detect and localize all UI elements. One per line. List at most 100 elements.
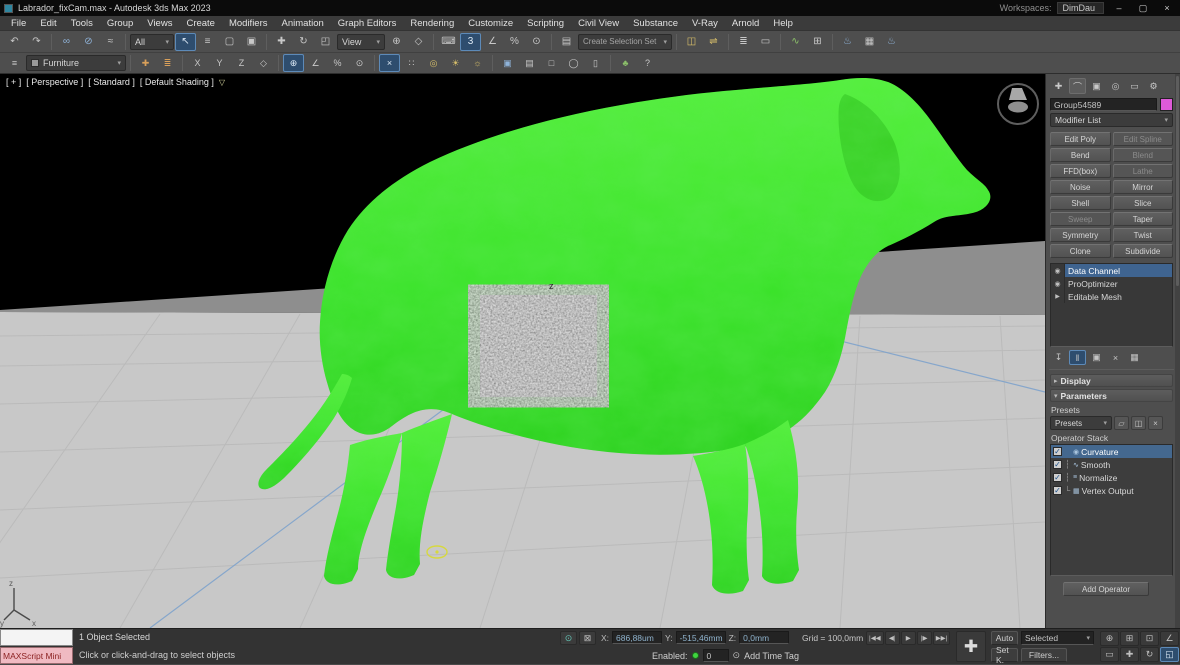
add-operator-button[interactable]: Add Operator xyxy=(1063,582,1149,596)
tab-display-icon[interactable]: ▭ xyxy=(1126,78,1143,94)
set-key-button[interactable]: Set K. xyxy=(991,645,1018,665)
operator-checkbox[interactable]: ✓ xyxy=(1053,447,1062,456)
go-to-start-button[interactable]: |◀◀ xyxy=(866,631,884,645)
reference-coordinate-combo[interactable]: View ▾ xyxy=(337,33,385,50)
modifier-btn-shell[interactable]: Shell xyxy=(1050,196,1111,210)
expand-arrow-icon[interactable]: ▶ xyxy=(1051,290,1065,303)
modifier-btn-blend[interactable]: Blend xyxy=(1112,148,1173,162)
operator-checkbox[interactable]: ✓ xyxy=(1053,473,1062,482)
operator-checkbox[interactable]: ✓ xyxy=(1053,486,1062,495)
select-by-name-icon[interactable]: ≡ xyxy=(197,33,218,51)
operator-vertex-output[interactable]: ✓ └ ▦ Vertex Output xyxy=(1051,484,1172,497)
set-keys-button[interactable]: ✚ xyxy=(956,631,986,662)
maxscript-mini-listener[interactable]: MAXScript Mini xyxy=(0,647,73,664)
tab-modify-icon[interactable]: ⌒ xyxy=(1069,78,1086,94)
restrict-z-icon[interactable]: Z xyxy=(231,54,252,72)
object-color-swatch[interactable] xyxy=(1160,98,1173,111)
manage-layers-icon[interactable]: ≣ xyxy=(157,54,178,72)
remove-modifier-icon[interactable]: × xyxy=(1107,350,1124,365)
torus-icon[interactable]: ◯ xyxy=(563,54,584,72)
keyboard-override-icon[interactable]: ⌨ xyxy=(438,33,459,51)
cylinder-icon[interactable]: ▯ xyxy=(585,54,606,72)
operator-smooth[interactable]: ✓ ┆ ∿ Smooth xyxy=(1051,458,1172,471)
modifier-btn-edit-spline[interactable]: Edit Spline xyxy=(1112,132,1173,146)
tab-motion-icon[interactable]: ◎ xyxy=(1107,78,1124,94)
spinner-snap-2-icon[interactable]: ⊙ xyxy=(349,54,370,72)
rendered-frame-window-icon[interactable]: ▦ xyxy=(859,33,880,51)
layer-manager-icon[interactable]: ≣ xyxy=(733,33,754,51)
orbit-icon[interactable]: ↻ xyxy=(1140,647,1159,662)
parameters-rollout[interactable]: ▾ Parameters xyxy=(1050,389,1173,402)
create-new-layer-icon[interactable]: ✚ xyxy=(135,54,156,72)
menu-arnold[interactable]: Arnold xyxy=(725,16,766,31)
zoom-icon[interactable]: ⊕ xyxy=(1100,631,1119,646)
menu-graph-editors[interactable]: Graph Editors xyxy=(331,16,404,31)
window-crossing-icon[interactable]: ▣ xyxy=(241,33,262,51)
modifier-btn-taper[interactable]: Taper xyxy=(1112,212,1173,226)
stack-item-editable-mesh[interactable]: ▶ Editable Mesh xyxy=(1051,290,1172,303)
select-object-icon[interactable]: ↖ xyxy=(175,32,196,51)
add-time-tag-button[interactable]: Add Time Tag xyxy=(744,651,799,661)
modifier-btn-sweep[interactable]: Sweep xyxy=(1050,212,1111,226)
camera-icon[interactable]: ▣ xyxy=(497,54,518,72)
selection-lock-icon[interactable]: ⊠ xyxy=(579,631,596,645)
workspace-selector[interactable]: DimDau xyxy=(1057,2,1104,14)
scene-explorer-icon[interactable]: ≡ xyxy=(4,54,25,72)
restrict-plane-icon[interactable]: ◇ xyxy=(253,54,274,72)
viewport-menu-general[interactable]: [ + ] xyxy=(6,77,21,87)
tab-create-icon[interactable]: ✚ xyxy=(1050,78,1067,94)
undo-icon[interactable]: ↶ xyxy=(4,33,25,51)
menu-views[interactable]: Views xyxy=(140,16,179,31)
operator-checkbox[interactable]: ✓ xyxy=(1053,460,1062,469)
xview-icon[interactable]: × xyxy=(379,54,400,72)
use-pivot-center-icon[interactable]: ⊕ xyxy=(386,33,407,51)
pin-stack-icon[interactable]: ↧ xyxy=(1050,350,1067,365)
menu-vray[interactable]: V-Ray xyxy=(685,16,725,31)
modifier-btn-noise[interactable]: Noise xyxy=(1050,180,1111,194)
select-and-link-icon[interactable]: ∞ xyxy=(56,33,77,51)
menu-file[interactable]: File xyxy=(4,16,33,31)
point-cloud-icon[interactable]: ∷ xyxy=(401,54,422,72)
tab-utilities-icon[interactable]: ⚙ xyxy=(1145,78,1162,94)
auto-key-button[interactable]: Auto xyxy=(991,631,1018,645)
zoom-region-icon[interactable]: ▭ xyxy=(1100,647,1119,662)
menu-edit[interactable]: Edit xyxy=(33,16,63,31)
maximize-button[interactable]: ▢ xyxy=(1134,2,1152,15)
menu-scripting[interactable]: Scripting xyxy=(520,16,571,31)
named-selection-sets-combo[interactable]: Create Selection Set ▾ xyxy=(578,33,672,50)
selection-set-key-combo[interactable]: Selected ▾ xyxy=(1021,631,1094,645)
modifier-list-combo[interactable]: Modifier List ▾ xyxy=(1050,113,1173,127)
viewport-canvas[interactable]: z z x y xyxy=(0,74,1045,628)
film-strip-icon[interactable]: ▤ xyxy=(519,54,540,72)
viewport-menu-pov[interactable]: [ Perspective ] xyxy=(26,77,83,87)
make-unique-icon[interactable]: ▣ xyxy=(1088,350,1105,365)
panel-scrollbar[interactable] xyxy=(1175,74,1180,628)
viewport-filter-ic[interactable]: ▽ xyxy=(219,78,225,87)
z-coordinate-field[interactable]: 0,0mm xyxy=(739,631,790,644)
ambient-light-icon[interactable]: ☼ xyxy=(467,54,488,72)
snap-toggle-icon[interactable]: 3 xyxy=(460,32,481,51)
play-button[interactable]: ▶ xyxy=(900,631,916,645)
object-name-field[interactable]: Group54589 xyxy=(1050,98,1157,111)
show-end-result-icon[interactable]: ‖ xyxy=(1069,350,1086,365)
toggle-ribbon-icon[interactable]: ▭ xyxy=(755,33,776,51)
render-setup-icon[interactable]: ♨ xyxy=(837,33,858,51)
selection-region-icon[interactable]: ▢ xyxy=(219,33,240,51)
modifier-btn-symmetry[interactable]: Symmetry xyxy=(1050,228,1111,242)
spinner-snap-icon[interactable]: ⊙ xyxy=(526,33,547,51)
save-preset-icon[interactable]: ◫ xyxy=(1131,416,1146,430)
delete-preset-icon[interactable]: × xyxy=(1148,416,1163,430)
stack-item-data-channel[interactable]: ◉ Data Channel xyxy=(1051,264,1172,277)
select-and-rotate-icon[interactable]: ↻ xyxy=(293,33,314,51)
menu-group[interactable]: Group xyxy=(100,16,140,31)
minimize-button[interactable]: – xyxy=(1110,2,1128,15)
presets-combo[interactable]: Presets ▾ xyxy=(1050,416,1112,430)
menu-create[interactable]: Create xyxy=(179,16,222,31)
menu-substance[interactable]: Substance xyxy=(626,16,685,31)
angle-snap-icon[interactable]: ∠ xyxy=(482,33,503,51)
maxscript-listener-input[interactable] xyxy=(0,629,73,646)
geometry-box-icon[interactable]: □ xyxy=(541,54,562,72)
modifier-btn-mirror[interactable]: Mirror xyxy=(1112,180,1173,194)
menu-help[interactable]: Help xyxy=(766,16,800,31)
visibility-eye-icon[interactable]: ◉ xyxy=(1051,277,1065,290)
